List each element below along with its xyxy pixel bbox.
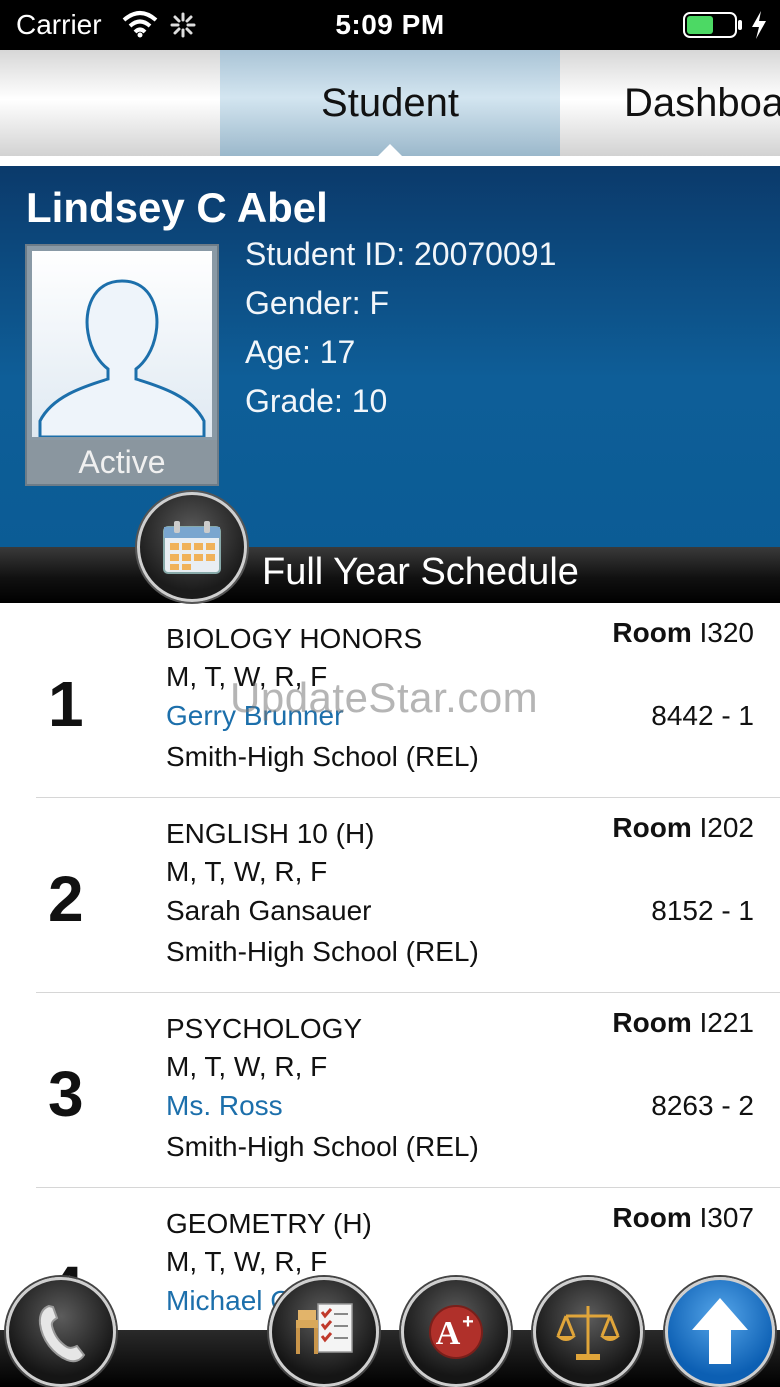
tab-student[interactable]: Student: [220, 50, 560, 156]
room-info: Room I307: [612, 1202, 754, 1234]
attendance-icon: [296, 1303, 353, 1354]
student-id: Student ID: 20070091: [245, 236, 557, 272]
course-name: BIOLOGY HONORS: [166, 623, 423, 654]
class-row[interactable]: 3 PSYCHOLOGY M, T, W, R, F Ms. Ross Smit…: [0, 993, 780, 1188]
course-days: M, T, W, R, F: [166, 1051, 328, 1082]
room-number: I202: [699, 812, 755, 843]
grades-icon: A +: [429, 1305, 483, 1359]
active-tab-pointer: [378, 144, 402, 156]
course-name: ENGLISH 10 (H): [166, 818, 375, 849]
room-number: I320: [699, 617, 755, 648]
room-number: I221: [699, 1007, 755, 1038]
tab-previous[interactable]: [0, 50, 220, 156]
bottom-toolbar: [0, 1330, 780, 1387]
student-name: Lindsey C Abel: [26, 184, 328, 231]
student-gender: Gender: F: [245, 285, 390, 321]
period-number: 1: [48, 668, 84, 740]
scroll-up-button[interactable]: [665, 1277, 775, 1387]
course-days: M, T, W, R, F: [166, 856, 328, 887]
phone-button[interactable]: [6, 1277, 116, 1387]
phone-icon: [38, 1304, 86, 1363]
section-number: 8263 - 2: [651, 1090, 754, 1121]
room-label: Room: [612, 617, 692, 648]
charging-bolt-icon: [750, 10, 768, 45]
school-name: Smith-High School (REL): [166, 1131, 479, 1162]
school-name: Smith-High School (REL): [166, 936, 479, 967]
attendance-button[interactable]: [269, 1277, 379, 1387]
svg-text:+: +: [462, 1311, 474, 1333]
room-info: Room I202: [612, 812, 754, 844]
tab-dashboard[interactable]: Dashboard: [560, 50, 780, 156]
clock: 5:09 PM: [335, 9, 445, 40]
teacher-name: Sarah Gansauer: [166, 895, 372, 926]
room-label: Room: [612, 812, 692, 843]
course-days: M, T, W, R, F: [166, 1246, 328, 1277]
room-info: Room I320: [612, 617, 754, 649]
student-status-label: Active: [27, 440, 217, 484]
course-name: GEOMETRY (H): [166, 1208, 372, 1239]
schedule-header: Full Year Schedule: [0, 547, 780, 603]
student-grade: Grade: 10: [245, 383, 388, 419]
class-row[interactable]: 2 ENGLISH 10 (H) M, T, W, R, F Sarah Gan…: [0, 798, 780, 993]
avatar-placeholder-icon: [32, 251, 212, 437]
student-info-panel: Lindsey C Abel Active Student ID: 200700…: [0, 166, 780, 552]
svg-text:A: A: [436, 1315, 461, 1352]
course-name: PSYCHOLOGY: [166, 1013, 363, 1044]
student-age: Age: 17: [245, 334, 356, 370]
room-label: Room: [612, 1007, 692, 1038]
school-name: Smith-High School (REL): [166, 741, 479, 772]
discipline-button[interactable]: [533, 1277, 643, 1387]
scales-icon: [556, 1306, 620, 1360]
period-number: 2: [48, 863, 84, 935]
room-number: I307: [699, 1202, 755, 1233]
watermark: UpdateStar.com: [230, 674, 539, 721]
grades-button[interactable]: A +: [401, 1277, 511, 1387]
period-number: 3: [48, 1058, 84, 1130]
section-number: 8442 - 1: [651, 700, 754, 731]
schedule-title: Full Year Schedule: [262, 551, 579, 593]
status-bar: Carrier 5:09 PM: [0, 0, 780, 50]
battery-icon: [683, 12, 743, 43]
teacher-link[interactable]: Ms. Ross: [166, 1090, 283, 1122]
room-label: Room: [612, 1202, 692, 1233]
section-number: 8152 - 1: [651, 895, 754, 926]
calendar-button[interactable]: [137, 492, 247, 602]
student-photo[interactable]: Active: [25, 244, 219, 486]
up-arrow-icon: [692, 1298, 748, 1364]
calendar-icon: [163, 521, 221, 574]
room-info: Room I221: [612, 1007, 754, 1039]
